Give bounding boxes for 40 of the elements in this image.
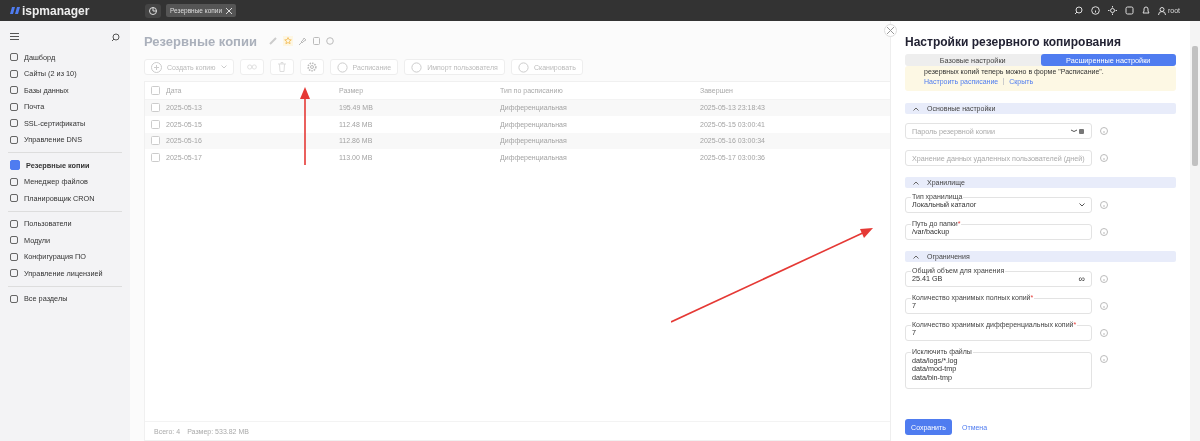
circle-icon [411, 61, 423, 73]
row-checkbox[interactable] [151, 136, 160, 146]
drawer-title: Настройки резервного копирования [905, 35, 1122, 49]
glasses-button[interactable] [239, 59, 264, 75]
user-icon [1157, 6, 1166, 15]
row-checkbox[interactable] [151, 119, 160, 129]
dashboard-icon[interactable] [145, 3, 161, 18]
row-checkbox[interactable] [151, 103, 160, 113]
glasses-icon [246, 64, 257, 70]
select-all-checkbox[interactable] [151, 85, 160, 95]
password-tools-icon[interactable] [1071, 127, 1085, 135]
chevron-icon [913, 106, 919, 111]
search-icon[interactable] [111, 33, 120, 42]
circle-icon [517, 61, 529, 73]
nav-icon [10, 160, 20, 171]
bell-icon[interactable] [1141, 6, 1150, 15]
row-checkbox[interactable] [151, 152, 160, 162]
sun-icon[interactable] [1107, 6, 1117, 15]
close-icon [887, 27, 894, 34]
chevron-icon [913, 254, 919, 259]
page-title: Резервные копии [144, 33, 257, 49]
star-icon[interactable] [282, 36, 293, 46]
help-icon[interactable] [1090, 6, 1100, 15]
pin-icon[interactable] [298, 37, 307, 45]
close-icon[interactable] [226, 7, 233, 14]
caret-icon [1079, 203, 1085, 207]
circle-icon [336, 61, 348, 73]
nav-icon [10, 294, 18, 303]
plus-icon [151, 61, 162, 73]
delete-button[interactable] [269, 59, 294, 75]
settings-icon [306, 62, 317, 72]
trash-icon [277, 62, 286, 72]
chevron-icon [913, 180, 919, 185]
scrollbar[interactable] [1190, 21, 1200, 441]
logo-icon [10, 7, 20, 14]
menu-icon[interactable] [10, 33, 19, 40]
settings-button[interactable] [299, 59, 324, 75]
caret-icon [220, 65, 227, 69]
search-icon[interactable] [1073, 6, 1083, 15]
logo-text: ispmanager [22, 3, 90, 18]
